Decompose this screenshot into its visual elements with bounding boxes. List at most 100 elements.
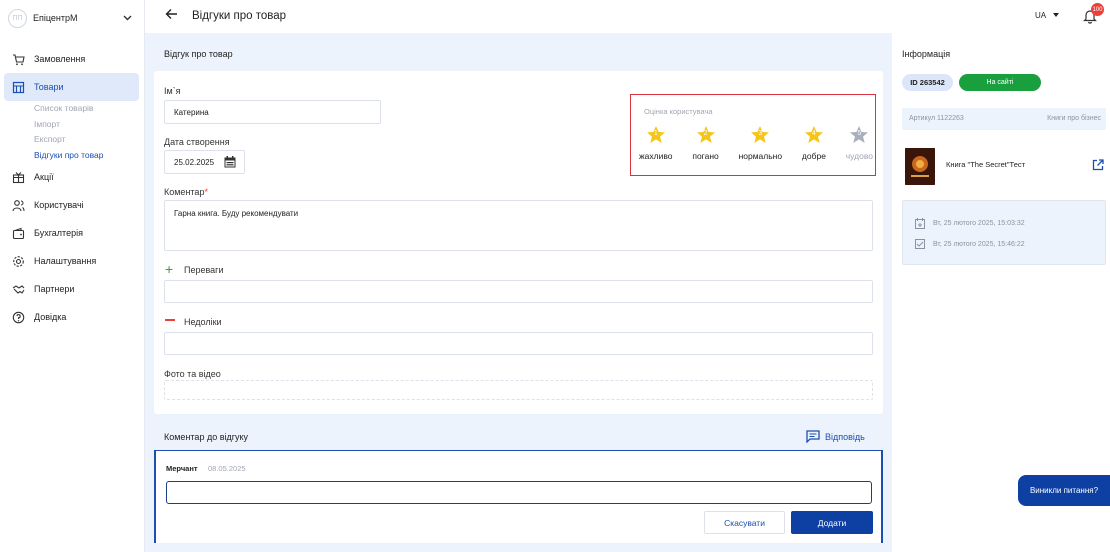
pros-field[interactable] [164, 280, 873, 303]
calendar-icon[interactable] [224, 156, 236, 170]
article-bar: Артикул 1122263 Книги про бізнес [902, 108, 1106, 130]
language-selector[interactable]: UA [1035, 11, 1046, 20]
sidebar-item-orders[interactable]: Замовлення [4, 45, 139, 73]
name-field[interactable]: Катерина [164, 100, 381, 124]
gear-icon [12, 255, 25, 268]
reply-date: 08.05.2025 [208, 464, 246, 473]
subitem-export[interactable]: Експорт [34, 132, 139, 148]
subitem-import[interactable]: Імпорт [34, 117, 139, 133]
rating-star-2[interactable]: 2 погано [692, 125, 719, 161]
sidebar-item-promotions[interactable]: Акції [4, 163, 139, 191]
promo-icon [12, 171, 25, 184]
star-number: 3 [758, 130, 763, 137]
rating-star-3[interactable]: 3 нормально [739, 125, 782, 161]
sidebar-item-label: Користувачі [34, 200, 84, 210]
sidebar-item-products[interactable]: Товари [4, 73, 139, 101]
star-number: 4 [811, 130, 816, 137]
sidebar-item-label: Партнери [34, 284, 75, 294]
date-value: 25.02.2025 [174, 157, 215, 167]
sidebar-item-partners[interactable]: Партнери [4, 275, 139, 303]
sidebar-item-label: Довідка [34, 312, 67, 322]
top-header: Відгуки про товар UA 100 [145, 0, 1110, 33]
media-dropzone[interactable] [164, 380, 873, 400]
sidebar-item-accounting[interactable]: Бухгалтерія [4, 219, 139, 247]
product-thumbnail [905, 148, 935, 185]
page-title: Відгуки про товар [192, 10, 287, 22]
star-icon: 1 [646, 125, 666, 145]
sidebar: ПП ЕпіцентрМ Замовлення Товари Список то… [0, 0, 145, 552]
info-title: Інформація [902, 49, 951, 59]
required-marker: * [204, 187, 208, 197]
comment-label: Коментар* [164, 187, 208, 197]
date-label: Дата створення [164, 137, 230, 147]
sidebar-item-label: Акції [34, 172, 54, 182]
sidebar-item-users[interactable]: Користувачі [4, 191, 139, 219]
star-icon: 2 [696, 125, 716, 145]
wallet-icon [12, 227, 25, 240]
sidebar-item-label: Бухгалтерія [34, 228, 83, 238]
plus-icon: + [165, 261, 174, 277]
reply-link-label: Відповідь [825, 431, 865, 442]
help-chat-button[interactable]: Виникли питання? [1018, 475, 1110, 506]
star-icon: 4 [804, 125, 824, 145]
store-icon [12, 81, 25, 94]
users-icon [12, 199, 25, 212]
star-number: 1 [653, 130, 658, 137]
sidebar-item-label: Замовлення [34, 54, 86, 64]
brand-logo: ПП [8, 8, 27, 28]
caret-down-icon [1053, 13, 1059, 17]
user-rating-box: Оцінка користувача 1 жахливо 2 погано 3 норма… [630, 94, 876, 176]
add-button[interactable]: Додати [791, 511, 873, 534]
dates-box: Вт, 25 лютого 2025, 15:03:32 Вт, 25 люто… [902, 200, 1106, 265]
star-label: чудово [845, 151, 873, 161]
created-date: Вт, 25 лютого 2025, 15:03:32 [933, 220, 1025, 227]
product-category: Книги про бізнес [1047, 115, 1101, 122]
sidebar-nav: Замовлення Товари Список товарів Імпорт … [4, 45, 139, 331]
star-number: 5 [857, 130, 862, 137]
reply-section-title: Коментар до відгуку [164, 432, 249, 442]
cart-icon [12, 53, 25, 66]
sidebar-item-label: Налаштування [34, 256, 97, 266]
rating-star-1[interactable]: 1 жахливо [639, 125, 673, 161]
date-field[interactable]: 25.02.2025 [164, 150, 245, 174]
cancel-button[interactable]: Скасувати [704, 511, 785, 534]
chevron-down-icon [123, 13, 132, 23]
status-badge: На сайті [959, 74, 1041, 91]
back-arrow-icon[interactable] [165, 8, 178, 23]
comment-textarea[interactable]: Гарна книга. Буду рекомендувати [164, 200, 873, 251]
products-submenu: Список товарів Імпорт Експорт Відгуки пр… [4, 101, 139, 163]
star-label: жахливо [639, 151, 673, 161]
reply-link[interactable]: Відповідь [806, 430, 865, 443]
sidebar-item-settings[interactable]: Налаштування [4, 247, 139, 275]
subitem-product-list[interactable]: Список товарів [34, 101, 139, 117]
reply-author: Мерчант [166, 464, 198, 473]
handshake-icon [12, 283, 25, 296]
media-label: Фото та відео [164, 369, 221, 379]
article-number: Артикул 1122263 [909, 115, 964, 122]
name-label: Ім`я [164, 86, 181, 96]
star-number: 2 [703, 130, 708, 137]
review-section-title: Відгук про товар [164, 49, 233, 59]
star-icon: 5 [849, 125, 869, 145]
checkbox-icon [915, 239, 925, 249]
cons-field[interactable] [164, 332, 873, 355]
rating-star-5[interactable]: 5 чудово [846, 125, 873, 161]
external-link-icon[interactable] [1092, 159, 1104, 173]
created-row: Вт, 25 лютого 2025, 15:03:32 [915, 218, 1025, 229]
account-switcher[interactable]: ПП ЕпіцентрМ [8, 8, 136, 28]
minus-icon [165, 319, 175, 321]
rating-star-4[interactable]: 4 добре [802, 125, 826, 161]
star-label: добре [801, 151, 826, 161]
rating-stars: 1 жахливо 2 погано 3 нормально 4 добре 5 чудово [639, 125, 873, 161]
rating-title: Оцінка користувача [644, 107, 713, 116]
sidebar-item-help[interactable]: Довідка [4, 303, 139, 331]
updated-row: Вт, 25 лютого 2025, 15:46:22 [915, 239, 1025, 249]
subitem-product-reviews[interactable]: Відгуки про товар [34, 148, 139, 164]
message-icon [806, 430, 820, 443]
reply-input[interactable] [166, 481, 872, 504]
updated-date: Вт, 25 лютого 2025, 15:46:22 [933, 240, 1025, 248]
star-icon: 3 [750, 125, 770, 145]
notification-count-badge: 100 [1091, 3, 1104, 16]
star-label: погано [692, 151, 719, 161]
pros-label: Переваги [184, 265, 224, 275]
